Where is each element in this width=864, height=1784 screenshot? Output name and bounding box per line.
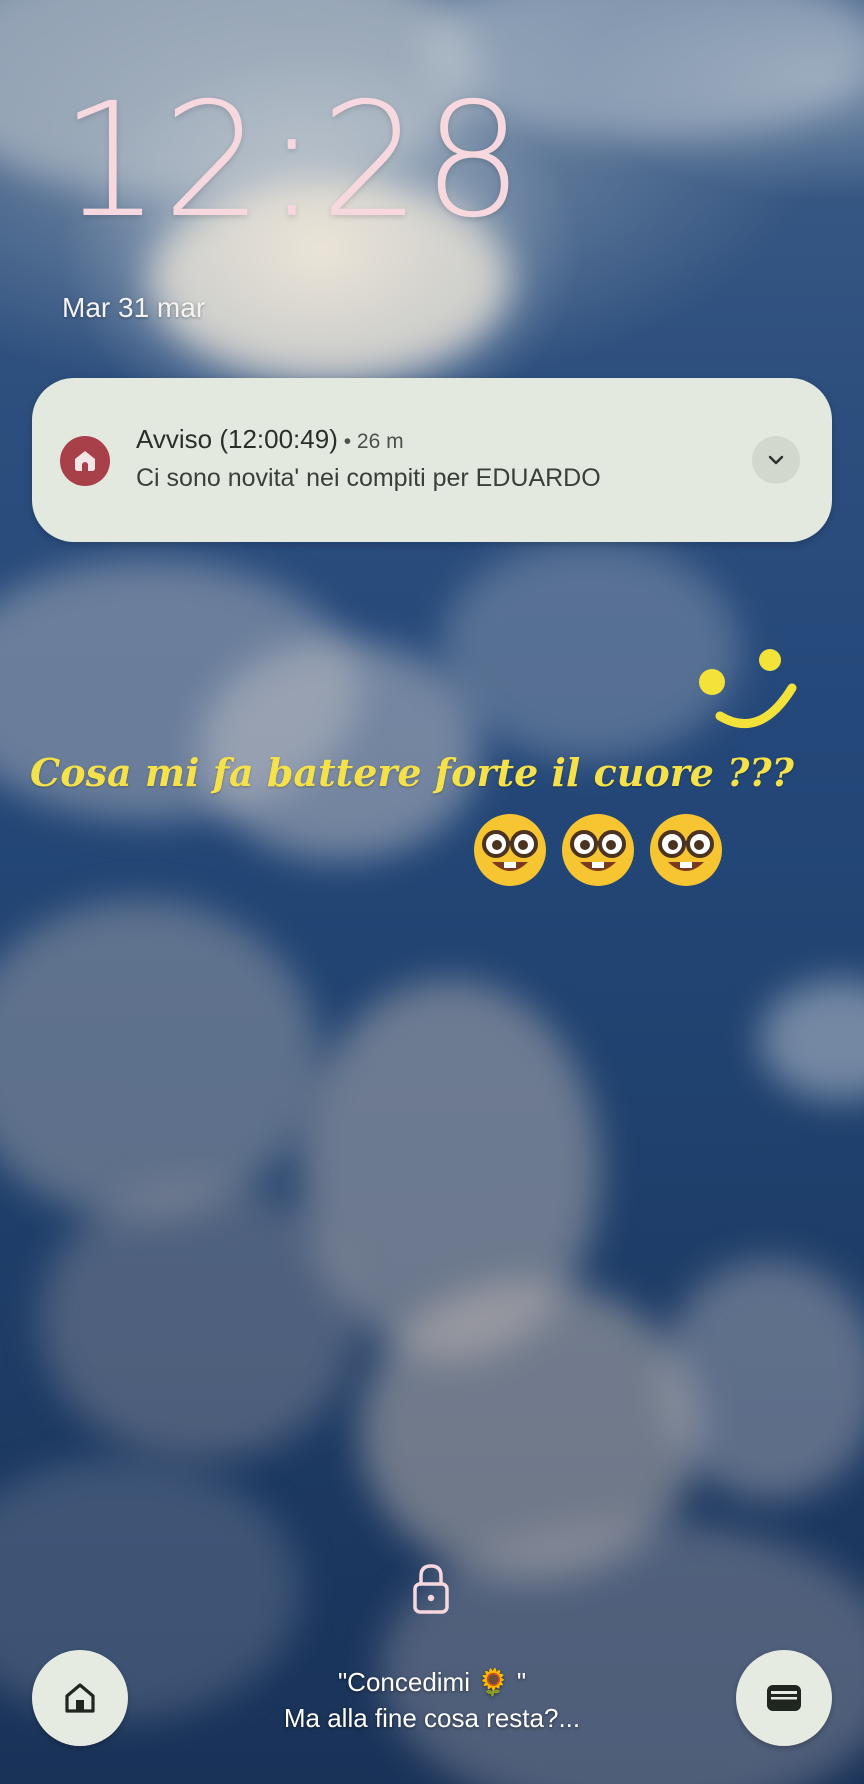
- smiley-doodle-icon: [699, 649, 797, 729]
- song-title: "Concedimi 🌻 ": [337, 1667, 527, 1697]
- nerd-face-emoji: [474, 814, 546, 886]
- notification-header: Avviso (12:00:49) • 26 m: [136, 424, 404, 455]
- nerd-face-emoji: [650, 814, 722, 886]
- notification-card[interactable]: Avviso (12:00:49) • 26 m Ci sono novita'…: [32, 378, 832, 542]
- home-shortcut-button[interactable]: [32, 1650, 128, 1746]
- lock-icon[interactable]: [412, 1562, 450, 1616]
- wallet-shortcut-button[interactable]: [736, 1650, 832, 1746]
- notification-title: Avviso (12:00:49): [136, 424, 338, 454]
- school-house-icon: [60, 436, 110, 486]
- wallet-icon: [767, 1685, 801, 1711]
- home-icon: [65, 1683, 95, 1713]
- wallpaper: [0, 0, 864, 1784]
- chevron-down-icon[interactable]: [752, 436, 800, 484]
- lockscreen-clock: 12:28: [60, 69, 526, 253]
- wallpaper-caption: Cosa mi fa battere forte il cuore ???: [30, 750, 794, 795]
- song-subtitle: Ma alla fine cosa resta?...: [283, 1703, 581, 1733]
- notification-separator: •: [337, 430, 357, 453]
- nerd-face-emoji: [562, 814, 634, 886]
- lockscreen-date: Mar 31 mar: [62, 292, 206, 323]
- notification-body: Ci sono novita' nei compiti per EDUARDO: [136, 464, 601, 492]
- nerd-face-emoji-row: [470, 810, 726, 890]
- now-playing[interactable]: "Concedimi 🌻 " Ma alla fine cosa resta?.…: [232, 1664, 632, 1736]
- notification-time: 26 m: [356, 430, 404, 453]
